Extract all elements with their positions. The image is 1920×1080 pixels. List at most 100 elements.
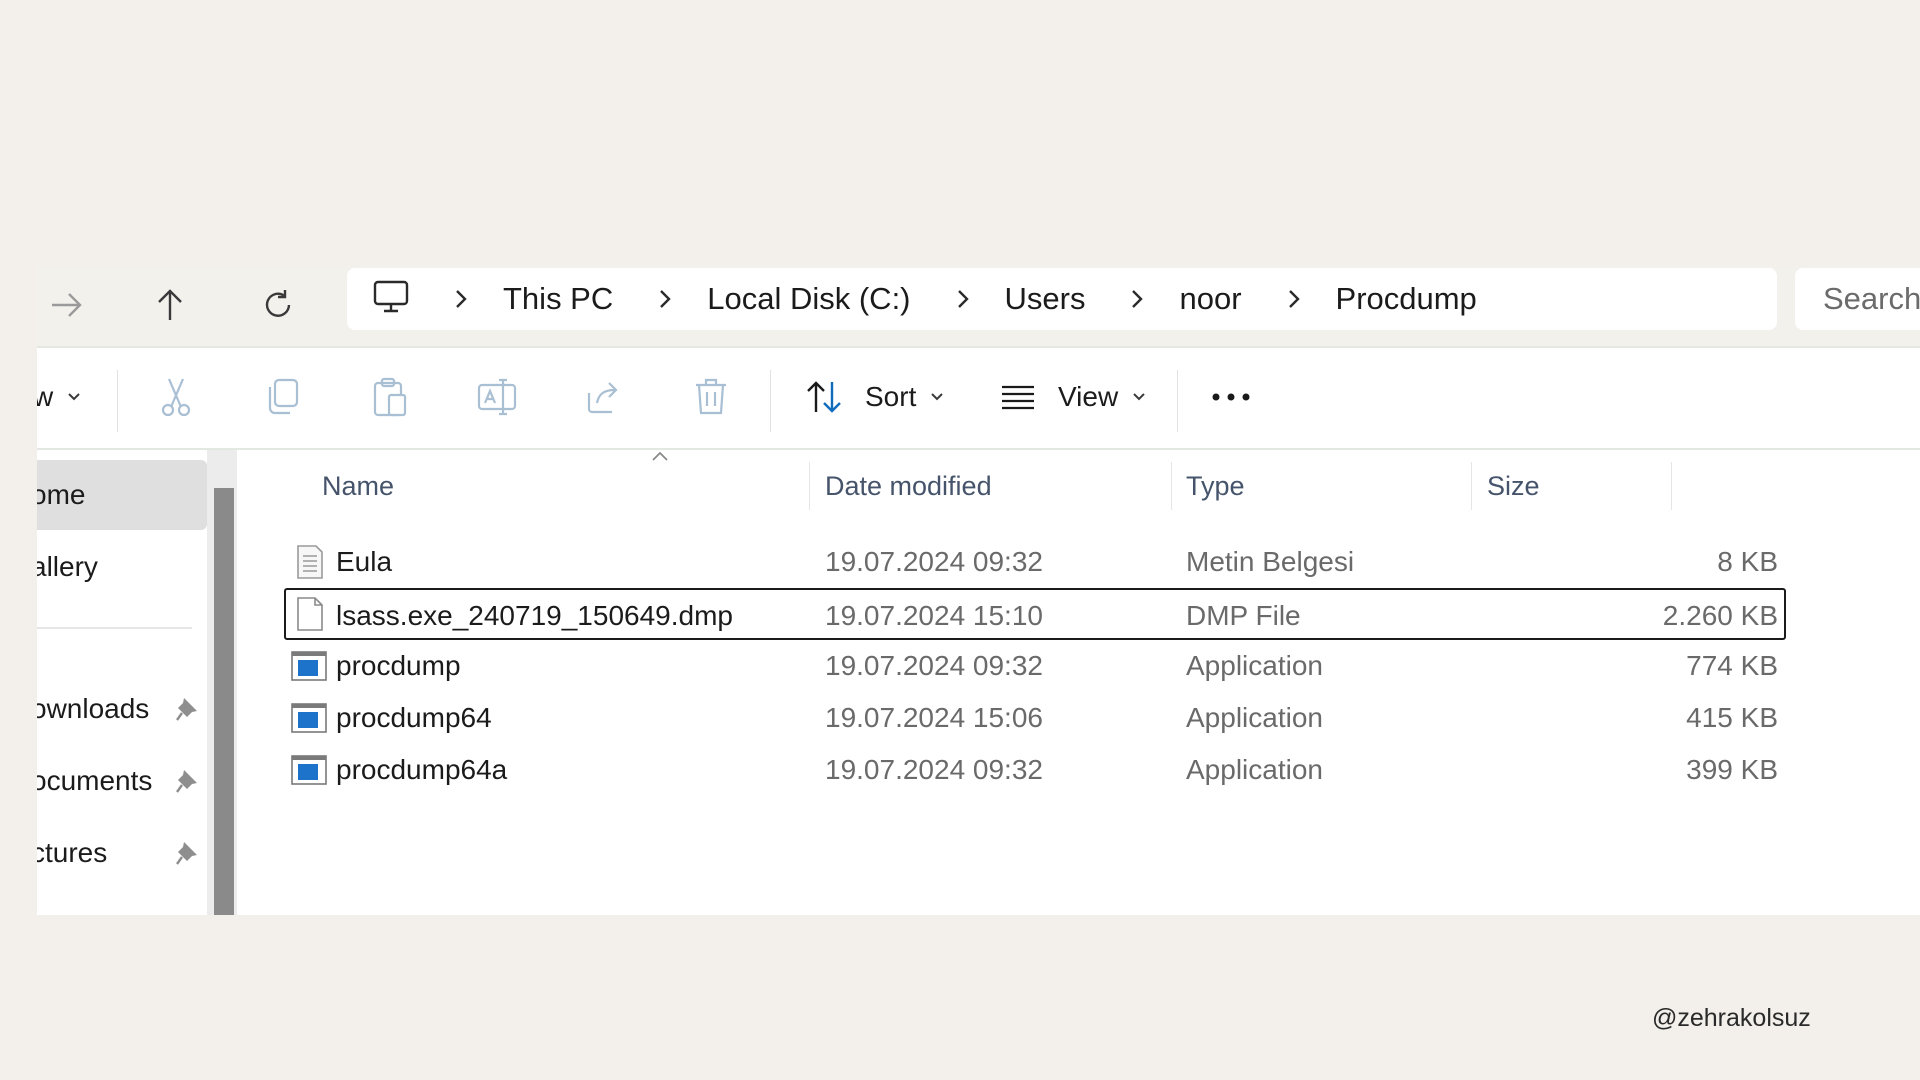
column-header-label: Name	[322, 470, 395, 501]
file-date: 19.07.2024 09:32	[825, 650, 1043, 681]
file-date: 19.07.2024 15:10	[825, 600, 1043, 631]
file-explorer-window: This PC Local Disk (C:) Users noor Procd…	[37, 266, 1920, 915]
file-size: 399 KB	[1686, 754, 1778, 785]
blank-file-icon	[297, 597, 323, 631]
chevron-down-icon	[931, 393, 944, 401]
application-icon	[291, 651, 327, 681]
arrow-right-icon	[52, 293, 82, 317]
trash-icon	[696, 378, 726, 415]
file-name: procdump	[336, 650, 461, 681]
column-divider[interactable]	[1171, 462, 1172, 510]
chevron-right-icon[interactable]	[1123, 284, 1151, 314]
new-button-label: w	[37, 381, 54, 412]
table-row[interactable]: lsass.exe_240719_150649.dmp 19.07.2024 1…	[284, 588, 1786, 640]
share-button[interactable]	[585, 374, 623, 420]
scrollbar-thumb[interactable]	[214, 488, 234, 915]
chevron-right-icon[interactable]	[1280, 284, 1308, 314]
rename-icon	[477, 378, 517, 416]
chevron-right-icon[interactable]	[949, 284, 977, 314]
new-button[interactable]: w	[37, 374, 81, 420]
application-icon	[291, 703, 327, 733]
file-type: Application	[1186, 702, 1323, 733]
navigation-pane: ome allery ownloads ocuments ctures	[37, 450, 207, 915]
paste-button[interactable]	[372, 374, 408, 420]
file-size: 415 KB	[1686, 702, 1778, 733]
monitor-icon	[373, 280, 409, 312]
search-input[interactable]: Search	[1795, 268, 1920, 330]
column-header-date[interactable]: Date modified	[825, 464, 992, 508]
table-row[interactable]: procdump 19.07.2024 09:32 Application 77…	[284, 640, 1786, 692]
copy-icon	[268, 378, 299, 415]
more-options-button[interactable]	[1211, 374, 1251, 420]
more-dots-icon	[1212, 393, 1250, 401]
share-icon	[587, 382, 618, 414]
delete-button[interactable]	[693, 374, 729, 420]
file-type: DMP File	[1186, 600, 1301, 631]
column-divider[interactable]	[1671, 462, 1672, 510]
column-divider[interactable]	[1471, 462, 1472, 510]
breadcrumb: This PC Local Disk (C:) Users noor Procd…	[347, 268, 1777, 330]
column-header-label: Date modified	[825, 470, 992, 501]
view-button[interactable]: View	[1000, 374, 1146, 420]
up-button[interactable]	[150, 284, 190, 326]
chevron-right-icon[interactable]	[651, 284, 679, 314]
chevron-down-icon	[68, 393, 80, 401]
file-type: Metin Belgesi	[1186, 546, 1355, 577]
column-divider[interactable]	[809, 462, 810, 510]
column-header-size[interactable]: Size	[1487, 464, 1540, 508]
breadcrumb-procdump[interactable]: Procdump	[1336, 281, 1477, 317]
sidebar-item-label: ownloads	[37, 693, 150, 724]
list-view-icon	[1002, 385, 1034, 410]
refresh-button[interactable]	[258, 284, 298, 326]
sidebar-item-pictures[interactable]: ctures	[37, 818, 207, 888]
file-date: 19.07.2024 09:32	[825, 754, 1043, 785]
sidebar-item-documents[interactable]: ocuments	[37, 746, 207, 816]
toolbar-divider	[770, 370, 771, 432]
breadcrumb-local-disk[interactable]: Local Disk (C:)	[707, 281, 910, 317]
this-pc-root-button[interactable]	[373, 280, 409, 319]
rename-button[interactable]	[477, 374, 517, 420]
file-size: 774 KB	[1686, 650, 1778, 681]
breadcrumb-this-pc[interactable]: This PC	[503, 281, 613, 317]
column-header-name[interactable]: Name	[322, 464, 394, 508]
table-row[interactable]: procdump64 19.07.2024 15:06 Application …	[284, 692, 1786, 744]
file-name: procdump64a	[336, 754, 508, 785]
sort-button[interactable]: Sort	[805, 374, 944, 420]
sidebar-item-label: ome	[37, 479, 86, 510]
view-label: View	[1058, 381, 1119, 412]
file-name: procdump64	[336, 702, 492, 733]
chevron-right-icon[interactable]	[447, 284, 475, 314]
refresh-icon	[265, 290, 291, 317]
paste-icon	[373, 377, 407, 417]
table-row[interactable]: procdump64a 19.07.2024 09:32 Application…	[284, 744, 1786, 796]
pin-icon[interactable]	[175, 696, 199, 722]
scissors-icon	[161, 378, 191, 417]
file-date: 19.07.2024 15:06	[825, 702, 1043, 733]
sidebar-scrollbar[interactable]	[207, 450, 237, 915]
address-row: This PC Local Disk (C:) Users noor Procd…	[37, 266, 1920, 348]
column-header-type[interactable]: Type	[1186, 464, 1245, 508]
file-type: Application	[1186, 754, 1323, 785]
arrow-up-icon	[158, 289, 182, 320]
file-date: 19.07.2024 09:32	[825, 546, 1043, 577]
sidebar-item-downloads[interactable]: ownloads	[37, 674, 207, 744]
file-size: 8 KB	[1717, 546, 1778, 577]
column-header-label: Type	[1186, 470, 1245, 501]
sidebar-item-label: allery	[37, 551, 98, 582]
text-document-icon	[297, 545, 323, 579]
sidebar-item-home[interactable]: ome	[37, 460, 207, 530]
file-type: Application	[1186, 650, 1323, 681]
sidebar-item-label: ocuments	[37, 765, 153, 796]
cut-button[interactable]	[159, 374, 193, 420]
sidebar-item-gallery[interactable]: allery	[37, 532, 207, 602]
forward-button[interactable]	[47, 284, 87, 326]
breadcrumb-users[interactable]: Users	[1005, 281, 1086, 317]
pin-icon[interactable]	[175, 768, 199, 794]
copy-button[interactable]	[265, 374, 301, 420]
sort-ascending-icon	[652, 451, 668, 461]
column-header-label: Size	[1487, 470, 1540, 501]
table-row[interactable]: Eula 19.07.2024 09:32 Metin Belgesi 8 KB	[284, 536, 1786, 588]
breadcrumb-noor[interactable]: noor	[1179, 281, 1241, 317]
sidebar-item-label: ctures	[37, 837, 108, 868]
pin-icon[interactable]	[175, 840, 199, 866]
